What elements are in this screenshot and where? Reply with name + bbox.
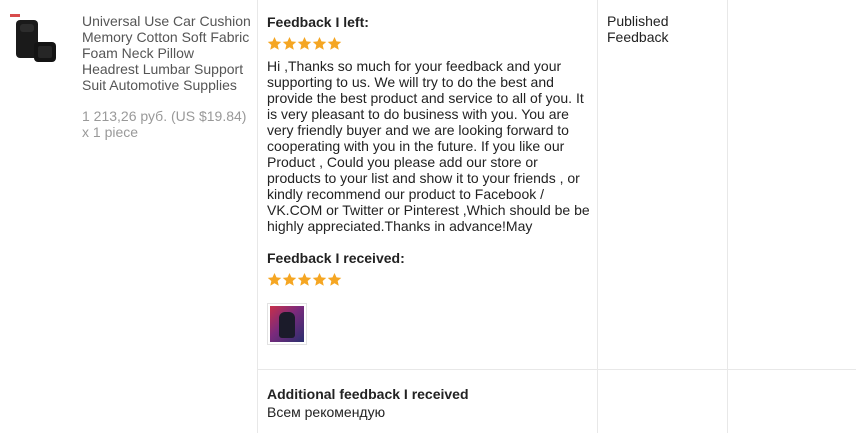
star-icon — [312, 272, 327, 286]
star-icon — [327, 36, 342, 50]
star-icon — [282, 272, 297, 286]
feedback-left-heading: Feedback I left: — [267, 14, 369, 30]
feedback-row: Universal Use Car Cushion Memory Cotton … — [0, 0, 856, 433]
feedback-photo-thumbnail[interactable] — [267, 303, 307, 345]
additional-feedback-text: Всем рекомендую — [267, 404, 386, 420]
car-cushion-image — [10, 12, 66, 68]
feedback-received-rating — [267, 272, 342, 287]
feedback-left-text: Hi ,Thanks so much for your feedback and… — [267, 58, 590, 234]
star-icon — [282, 36, 297, 50]
feedback-status: Published Feedback — [607, 13, 669, 45]
additional-feedback-heading: Additional feedback I received — [267, 386, 469, 402]
product-title-link[interactable]: Universal Use Car Cushion Memory Cotton … — [82, 13, 254, 93]
star-icon — [297, 36, 312, 50]
star-icon — [327, 272, 342, 286]
star-icon — [312, 36, 327, 50]
product-quantity: x 1 piece — [82, 124, 139, 140]
buyer-photo-image — [270, 306, 304, 342]
product-thumbnail[interactable] — [10, 12, 66, 68]
star-icon — [267, 272, 282, 286]
product-price: 1 213,26 руб. (US $19.84) — [82, 108, 247, 124]
feedback-received-heading: Feedback I received: — [267, 250, 405, 266]
feedback-left-rating — [267, 36, 342, 51]
star-icon — [267, 36, 282, 50]
row-divider — [258, 369, 856, 370]
star-icon — [297, 272, 312, 286]
